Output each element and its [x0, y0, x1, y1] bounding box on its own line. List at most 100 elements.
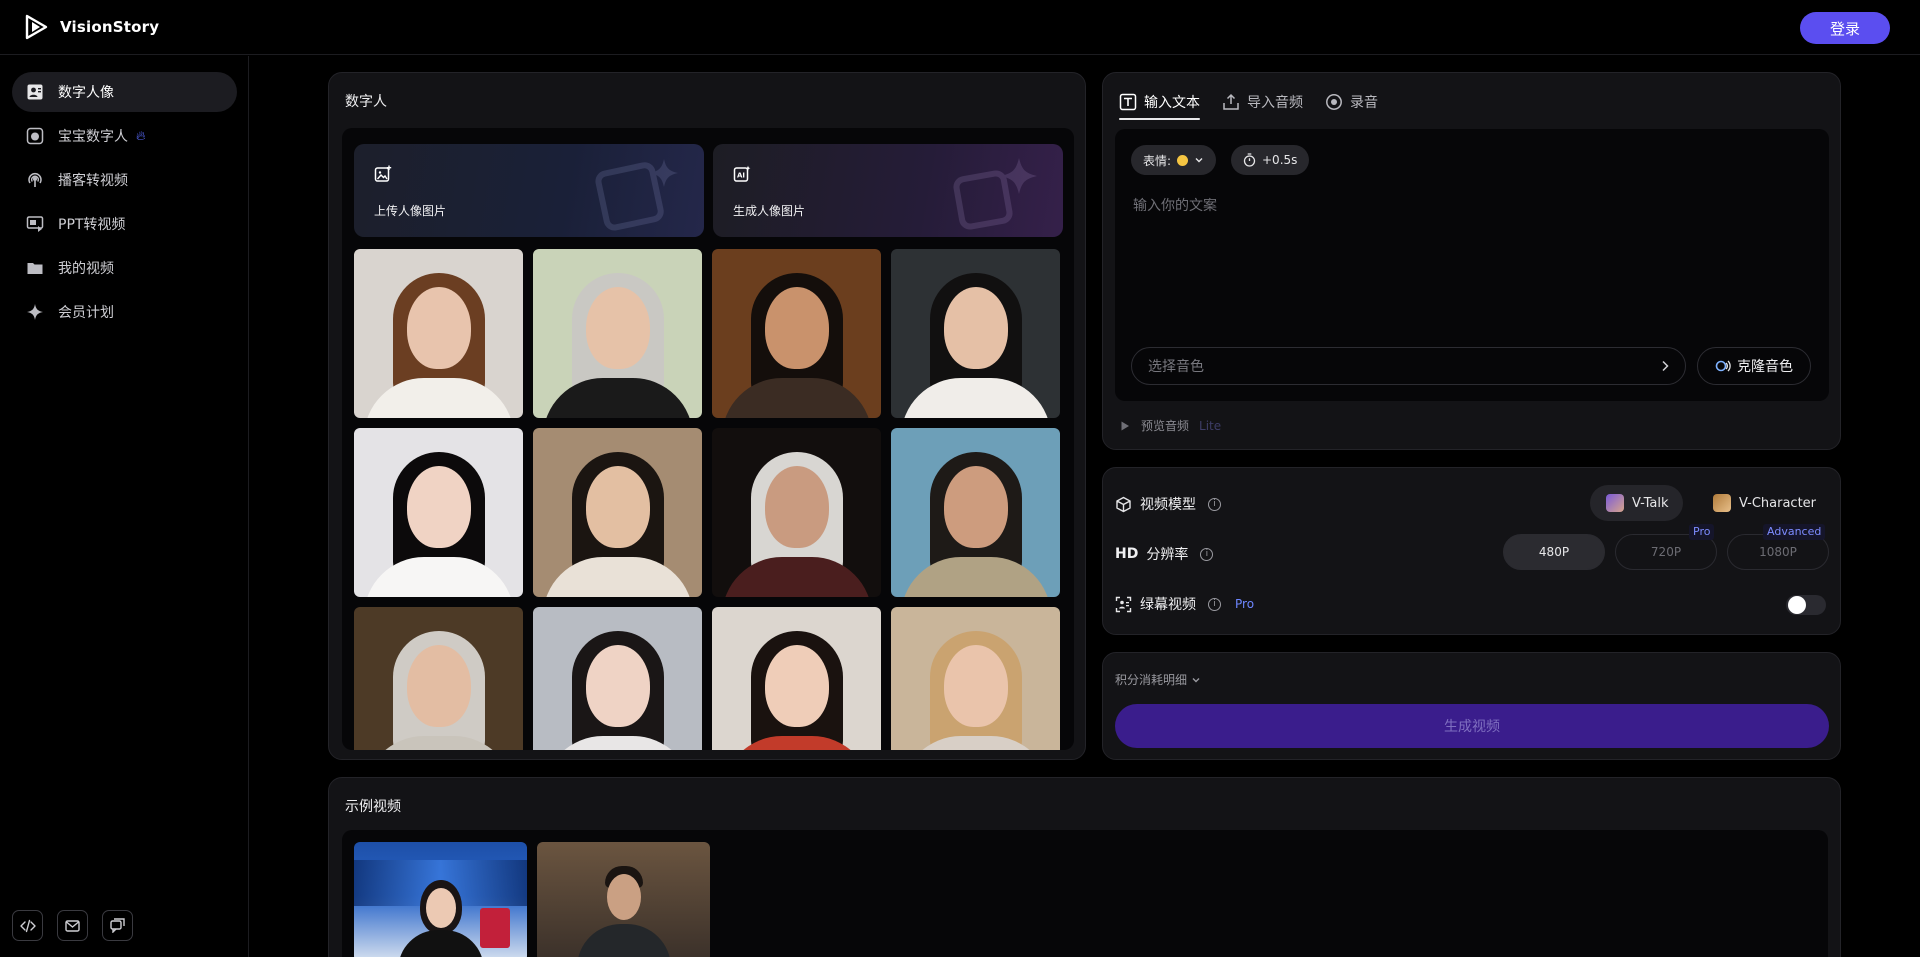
sidebar-item-podcast[interactable]: 播客转视频	[12, 160, 237, 200]
portrait-10[interactable]	[533, 607, 702, 750]
portrait-clothing	[542, 378, 693, 418]
portrait-1[interactable]	[354, 249, 523, 418]
portrait-clothing	[363, 557, 514, 597]
portrait-clothing	[721, 557, 872, 597]
script-editor[interactable]: 表情: +0.5s 输入你的文案 选择音色 克隆音色	[1115, 129, 1829, 401]
info-icon[interactable]: i	[1208, 597, 1221, 611]
folder-icon	[26, 259, 44, 277]
video-settings-panel: 视频模型 i V-Talk V-Character HD 分辨率 i 480P …	[1102, 467, 1841, 635]
code-icon[interactable]	[12, 910, 43, 941]
sidebar-item-label: 我的视频	[58, 261, 114, 277]
logo[interactable]: VisionStory	[24, 14, 159, 40]
person-card-icon	[26, 83, 44, 101]
tab-import-audio[interactable]: 导入音频	[1222, 89, 1303, 115]
sidebar-item-label: 数字人像	[58, 85, 114, 101]
example-videos-panel: 示例视频	[328, 777, 1841, 957]
portrait-clothing	[363, 736, 514, 750]
login-button[interactable]: 登录	[1800, 12, 1890, 44]
feedback-icon[interactable]	[102, 910, 133, 941]
portrait-clothing	[542, 736, 693, 750]
sidebar-item-ppt[interactable]: PPT转视频	[12, 204, 237, 244]
portrait-grid	[354, 249, 1060, 750]
sidebar-item-my-videos[interactable]: 我的视频	[12, 248, 237, 288]
portrait-face	[943, 645, 1008, 727]
baby-face-icon	[26, 127, 44, 145]
portrait-gallery: 上传人像图片 AI 生成人像图片	[342, 128, 1074, 750]
decorative-frame-icon	[595, 159, 678, 231]
play-icon	[1121, 421, 1129, 430]
voice-select[interactable]: 选择音色	[1131, 347, 1686, 385]
smiley-icon	[1177, 154, 1189, 166]
portrait-11[interactable]	[712, 607, 881, 750]
video-model-row: 视频模型 i	[1115, 494, 1221, 514]
portrait-face	[943, 466, 1008, 548]
sidebar-item-membership[interactable]: 会员计划	[12, 292, 237, 332]
portrait-9[interactable]	[354, 607, 523, 750]
credit-details-label: 积分消耗明细	[1115, 673, 1188, 687]
example-presenter[interactable]	[537, 842, 710, 957]
portrait-7[interactable]	[712, 428, 881, 597]
resolution-option: 480P	[1538, 545, 1570, 559]
chevron-down-icon	[1192, 677, 1200, 682]
info-icon[interactable]: i	[1208, 497, 1221, 511]
generate-video-button[interactable]: 生成视频	[1115, 704, 1829, 748]
advanced-badge: Advanced	[1763, 524, 1826, 540]
portrait-2[interactable]	[533, 249, 702, 418]
resolution-option: 720P	[1650, 545, 1682, 559]
portrait-face	[406, 287, 471, 369]
decorative-sparkle-icon	[953, 158, 1037, 230]
sidebar-item-digital-portrait[interactable]: 数字人像	[12, 72, 237, 112]
sidebar-footer	[12, 910, 133, 941]
tab-label: 录音	[1350, 95, 1378, 111]
tab-record[interactable]: 录音	[1325, 89, 1378, 115]
hd-label: HD	[1115, 546, 1139, 562]
slides-icon	[26, 215, 44, 233]
portrait-clothing	[721, 736, 872, 750]
info-icon[interactable]: i	[1200, 547, 1214, 561]
portrait-face	[585, 287, 650, 369]
preview-audio[interactable]: 预览音频 Lite	[1119, 417, 1221, 434]
example-video-list	[342, 830, 1828, 957]
resolution-480p-button[interactable]: 480P	[1503, 534, 1605, 570]
portrait-clothing	[900, 378, 1051, 418]
portrait-3[interactable]	[712, 249, 881, 418]
credit-details-toggle[interactable]: 积分消耗明细	[1115, 671, 1201, 688]
portrait-clothing	[363, 378, 514, 418]
model-v-talk-button[interactable]: V-Talk	[1590, 485, 1683, 521]
generate-portrait-label: 生成人像图片	[733, 204, 806, 218]
portrait-face	[764, 287, 829, 369]
panel-title: 数字人	[345, 94, 387, 110]
clone-voice-button[interactable]: 克隆音色	[1697, 347, 1811, 385]
mail-icon[interactable]	[57, 910, 88, 941]
tab-input-text[interactable]: 输入文本	[1119, 89, 1200, 120]
upload-portrait-button[interactable]: 上传人像图片	[354, 144, 704, 237]
resolution-label: 分辨率	[1146, 547, 1189, 563]
tab-label: 输入文本	[1144, 95, 1200, 111]
sidebar-item-label: 播客转视频	[58, 173, 128, 189]
app-name: VisionStory	[60, 18, 160, 36]
sidebar-item-baby-avatar[interactable]: 宝宝数字人 🔥︎	[12, 116, 237, 156]
portrait-4[interactable]	[891, 249, 1060, 418]
image-upload-icon	[374, 165, 392, 182]
podcast-icon	[26, 171, 44, 189]
model-label: V-Talk	[1632, 495, 1669, 511]
cube-icon	[1116, 496, 1131, 512]
portrait-6[interactable]	[533, 428, 702, 597]
example-news-anchor[interactable]	[354, 842, 527, 957]
portrait-face	[764, 466, 829, 548]
generate-portrait-button[interactable]: AI 生成人像图片	[713, 144, 1063, 237]
pause-button[interactable]: +0.5s	[1231, 145, 1310, 175]
green-screen-icon	[1115, 596, 1132, 612]
green-screen-toggle[interactable]	[1786, 595, 1826, 615]
sidebar: 数字人像 宝宝数字人 🔥︎ 播客转视频 PPT转视频 我的视频 会员计划	[0, 56, 249, 957]
green-screen-label: 绿幕视频	[1140, 597, 1196, 613]
portrait-12[interactable]	[891, 607, 1060, 750]
portrait-8[interactable]	[891, 428, 1060, 597]
portrait-5[interactable]	[354, 428, 523, 597]
expression-dropdown[interactable]: 表情:	[1131, 145, 1217, 175]
resolution-row: HD 分辨率 i	[1115, 544, 1214, 564]
model-v-character-button[interactable]: V-Character	[1697, 485, 1830, 521]
pro-badge: Pro	[1235, 597, 1255, 611]
voice-placeholder: 选择音色	[1148, 359, 1204, 375]
tab-label: 导入音频	[1247, 95, 1303, 111]
